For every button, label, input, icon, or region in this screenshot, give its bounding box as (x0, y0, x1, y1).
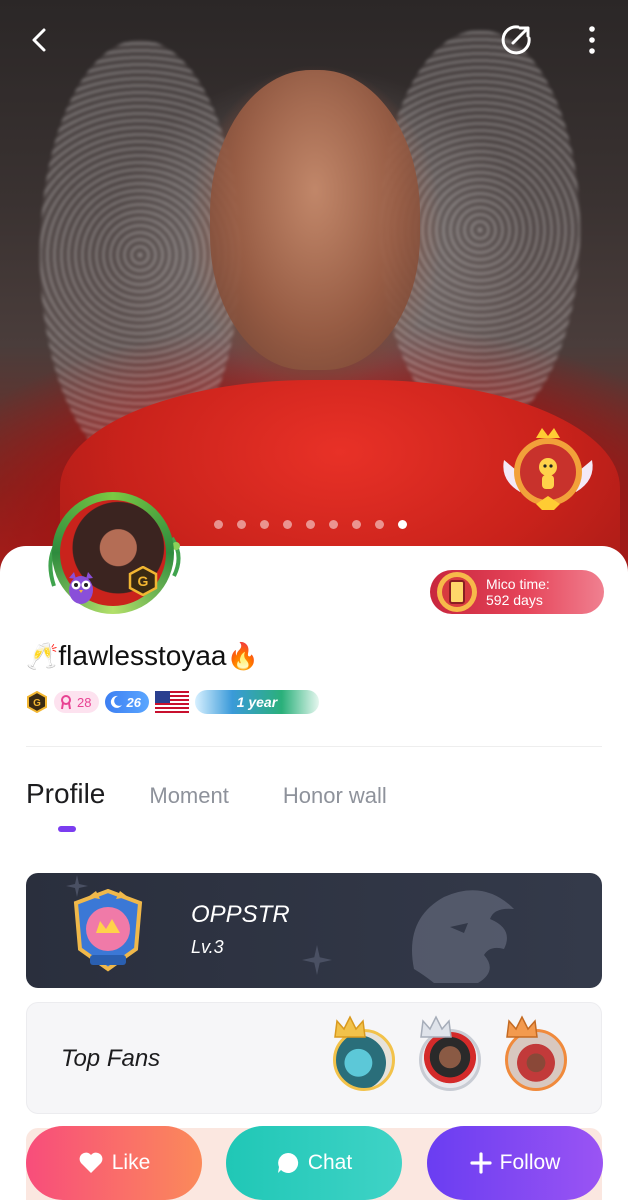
us-flag-icon[interactable] (154, 691, 189, 713)
more-button[interactable] (570, 18, 614, 62)
chat-bubble-icon (277, 1152, 298, 1173)
plus-icon (470, 1152, 492, 1174)
fire-emoji: 🔥 (226, 640, 259, 671)
silver-crown-icon (420, 1015, 452, 1038)
top-fan-1[interactable] (333, 1015, 395, 1091)
svg-text:G: G (33, 698, 41, 709)
follow-button[interactable]: Follow (427, 1126, 603, 1200)
username: flawlesstoyaa (58, 640, 227, 671)
badge-row: G 28 26 1 year (26, 690, 319, 714)
tab-profile[interactable]: Profile (26, 778, 105, 810)
pagination-dot-active[interactable] (398, 520, 407, 529)
bronze-crown-icon (506, 1015, 538, 1038)
divider (26, 746, 602, 747)
back-button[interactable] (18, 18, 62, 62)
chat-button[interactable]: Chat (226, 1126, 402, 1200)
g-level-icon: G (128, 566, 158, 596)
pagination-dot[interactable] (237, 520, 246, 529)
chevron-left-icon (32, 28, 46, 52)
like-button[interactable]: Like (26, 1126, 202, 1200)
top-fan-3[interactable] (505, 1015, 567, 1091)
share-button[interactable] (494, 18, 538, 62)
wealth-level-value: 28 (77, 694, 92, 710)
avatar[interactable]: G (44, 486, 186, 628)
photo-face (210, 70, 420, 370)
winged-medal-icon[interactable] (498, 420, 598, 516)
mico-time-value: 592 days (486, 592, 543, 608)
heart-icon (79, 1152, 103, 1173)
pagination-dot[interactable] (214, 520, 223, 529)
mico-time-badge[interactable]: Mico time: 592 days (430, 570, 604, 614)
ribbon-icon (61, 695, 71, 710)
pagination-dot[interactable] (306, 520, 315, 529)
family-name: OPPSTR (191, 901, 290, 928)
wealth-level-badge[interactable]: 28 (54, 691, 100, 713)
pagination-dot[interactable] (329, 520, 338, 529)
gold-crown-icon (334, 1015, 366, 1038)
membership-year-label: 1 year (236, 694, 278, 710)
trophy-frame-icon (437, 572, 477, 612)
pagination-dot[interactable] (283, 520, 292, 529)
membership-year-badge[interactable]: 1 year (194, 690, 319, 714)
charm-level-badge[interactable]: 26 (105, 691, 149, 713)
profile-tabs: Profile Moment Honor wall (26, 778, 441, 810)
champagne-emoji: 🥂 (26, 640, 59, 671)
pagination-dot[interactable] (260, 520, 269, 529)
top-fans-title: Top Fans (61, 1045, 161, 1072)
svg-text:G: G (138, 573, 149, 589)
more-vertical-icon (589, 26, 595, 54)
charm-level-value: 26 (126, 694, 141, 710)
moon-icon (111, 695, 123, 708)
chat-label: Chat (307, 1151, 353, 1174)
tab-moment[interactable]: Moment (149, 783, 228, 809)
mico-time-label: Mico time: (486, 576, 550, 592)
sparkle-icon (302, 945, 332, 975)
family-card[interactable]: OPPSTR Lv.3 (26, 873, 602, 988)
family-emblem-icon (73, 889, 143, 972)
top-fan-2[interactable] (419, 1015, 481, 1091)
username-row: 🥂 flawlesstoyaa 🔥 (26, 640, 259, 672)
pagination-dot[interactable] (375, 520, 384, 529)
lion-icon (412, 890, 514, 983)
share-icon (501, 25, 531, 55)
active-tab-indicator (58, 826, 76, 832)
tab-honor-wall[interactable]: Honor wall (283, 783, 387, 809)
pagination-dot[interactable] (352, 520, 361, 529)
like-label: Like (111, 1151, 151, 1174)
follow-label: Follow (499, 1151, 561, 1174)
owl-icon (69, 572, 93, 604)
photo-pagination (214, 520, 407, 529)
g-level-icon[interactable]: G (26, 691, 48, 713)
family-level: Lv.3 (191, 937, 224, 957)
top-fans-card[interactable]: Top Fans (26, 1002, 602, 1114)
